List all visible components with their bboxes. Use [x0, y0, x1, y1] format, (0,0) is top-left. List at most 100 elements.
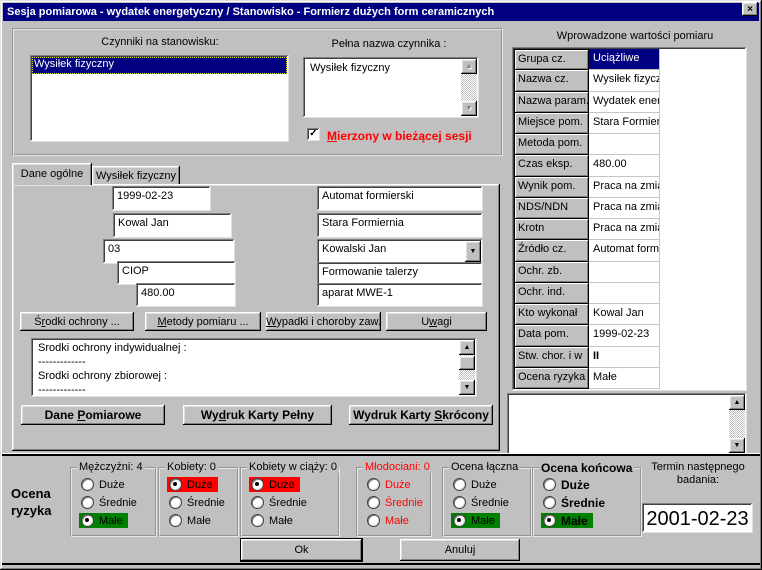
radio-option[interactable]: Średnie [365, 495, 428, 510]
zrodlo-czynnika-input[interactable]: Automat formierski [317, 186, 483, 211]
scroll-down-icon[interactable]: ▼ [459, 380, 475, 395]
radio-icon[interactable] [543, 478, 556, 491]
aparatura-input[interactable]: aparat MWE-1 [317, 283, 483, 307]
protection-textarea[interactable]: Srodki ochrony indywidualnej : ---------… [31, 338, 477, 397]
pracownik-combobox[interactable]: Kowalski Jan ▼ [317, 239, 483, 264]
scrollbar-thumb[interactable] [459, 356, 475, 370]
radio-icon[interactable] [251, 496, 264, 509]
radio-checked-icon[interactable] [543, 514, 556, 527]
radio-option-selected[interactable]: Małe [541, 513, 593, 528]
risk-group-kobiety-w-ciazy: Kobiety w ciąży: 0 Duże Średnie Małe [240, 467, 340, 537]
radio-option[interactable]: Małe [167, 513, 216, 528]
radio-checked-icon[interactable] [81, 514, 94, 527]
group-title: Młodociani: 0 [363, 461, 432, 473]
divider-bottom [2, 563, 760, 565]
group-title: Mężczyźni: 4 [77, 461, 145, 473]
radio-option-selected[interactable]: Duże [249, 477, 300, 492]
combo-dropdown-button[interactable]: ▼ [465, 241, 481, 262]
table-row: Stw. chor. i wII [514, 347, 660, 368]
radio-option[interactable]: Średnie [249, 495, 312, 510]
radio-option-selected[interactable]: Małe [451, 513, 500, 528]
radio-option-selected[interactable]: Małe [79, 513, 128, 528]
pomiar-wykonal-input[interactable]: Kowal Jan [113, 213, 232, 238]
dane-pomiarowe-button[interactable]: Dane Pomiarowe [21, 405, 165, 425]
full-name-text: Wysiłek fizyczny [305, 59, 459, 116]
title-bar[interactable]: Sesja pomiarowa - wydatek energetyczny /… [3, 3, 759, 21]
radio-option-selected[interactable]: Duże [167, 477, 218, 492]
notes-scrollbar[interactable]: ▲ ▼ [729, 395, 745, 453]
scroll-down-icon[interactable]: ▼ [461, 101, 477, 116]
measured-checkbox[interactable]: ✓ [307, 128, 320, 141]
radio-icon[interactable] [543, 496, 556, 509]
close-button[interactable]: × [742, 2, 758, 16]
radio-checked-icon[interactable] [169, 478, 182, 491]
term-date-field[interactable]: 2001-02-23 [642, 503, 753, 533]
radio-option[interactable]: Średnie [451, 495, 514, 510]
measured-checkbox-label[interactable]: Mierzony w bieżącej sesji [327, 129, 472, 143]
radio-option[interactable]: Małe [249, 513, 298, 528]
list-item-selected[interactable]: Wysiłek fizyczny [32, 57, 287, 74]
selected-cell[interactable]: Uciążliwe [589, 49, 660, 70]
divider-top [2, 453, 760, 456]
radio-icon[interactable] [453, 478, 466, 491]
radio-icon[interactable] [169, 496, 182, 509]
table-row: Nazwa cz.Wysiłek fizyczny [514, 70, 660, 91]
radio-option[interactable]: Średnie [541, 495, 610, 510]
radio-option[interactable]: Duże [451, 477, 502, 492]
protection-scrollbar[interactable]: ▲ ▼ [459, 340, 475, 395]
radio-icon[interactable] [81, 478, 94, 491]
table-row: Wynik pom.Praca na zmianę [514, 177, 660, 198]
risk-group-mlodociani: Młodociani: 0 Duże Średnie Małe [356, 467, 432, 537]
radio-option[interactable]: Duże [79, 477, 130, 492]
factors-listbox[interactable]: Wysiłek fizyczny [30, 55, 289, 142]
tab-dane-ogolne[interactable]: Dane ogólne [12, 163, 92, 185]
scroll-down-icon[interactable]: ▼ [729, 438, 745, 453]
radio-icon[interactable] [81, 496, 94, 509]
cancel-button[interactable]: Anuluj [400, 539, 520, 561]
scroll-up-icon[interactable]: ▲ [459, 340, 475, 355]
scroll-up-icon[interactable]: ▲ [461, 59, 477, 74]
chevron-down-icon: ▼ [470, 248, 477, 255]
radio-option[interactable]: Duże [365, 477, 416, 492]
radio-option[interactable]: Średnie [79, 495, 142, 510]
nazwa-laboratorium-input[interactable]: CIOP [117, 261, 236, 285]
srodki-ochrony-button[interactable]: Środki ochrony ... [20, 312, 134, 331]
radio-icon[interactable] [169, 514, 182, 527]
risk-group-kobiety: Kobiety: 0 Duże Średnie Małe [158, 467, 239, 537]
radio-checked-icon[interactable] [453, 514, 466, 527]
radio-option[interactable]: Duże [541, 477, 595, 492]
group-title: Ocena łączna [449, 461, 520, 473]
radio-icon[interactable] [367, 514, 380, 527]
values-table[interactable]: Grupa cz.Uciążliwe Nazwa cz.Wysiłek fizy… [514, 49, 660, 389]
data-pomiaru-input[interactable]: 1999-02-23 [112, 186, 211, 211]
scroll-up-icon[interactable]: ▲ [729, 395, 745, 410]
wydruk-karty-pelny-button[interactable]: Wydruk Karty Pełny [183, 405, 332, 425]
dialog-window: Sesja pomiarowa - wydatek energetyczny /… [0, 0, 762, 570]
factors-list-label: Czynniki na stanowisku: [40, 36, 280, 48]
metody-pomiaru-button[interactable]: Metody pomiaru ... [145, 312, 261, 331]
radio-option[interactable]: Małe [365, 513, 414, 528]
risk-group-ocena-laczna: Ocena łączna Duże Średnie Małe [442, 467, 532, 537]
wydruk-karty-skrocony-button[interactable]: Wydruk Karty Skrócony [349, 405, 493, 425]
values-panel-title: Wprowadzone wartości pomiaru [525, 30, 745, 42]
radio-option[interactable]: Średnie [167, 495, 230, 510]
radio-icon[interactable] [251, 514, 264, 527]
czas-ekspozycji-input[interactable]: 480.00 [136, 283, 236, 307]
window-title: Sesja pomiarowa - wydatek energetyczny /… [3, 6, 494, 18]
full-name-scrollbar[interactable]: ▲ ▼ [461, 59, 477, 116]
radio-icon[interactable] [367, 478, 380, 491]
radio-checked-icon[interactable] [251, 478, 264, 491]
miejsce-pomiaru-input[interactable]: Stara Formiernia [317, 213, 483, 238]
table-row: Nazwa param.Wydatek energetyczny [514, 92, 660, 113]
group-title: Kobiety w ciąży: 0 [247, 461, 339, 473]
ok-button[interactable]: Ok [241, 539, 362, 561]
table-row: Metoda pom. [514, 134, 660, 155]
uwagi-button[interactable]: Uwagi [386, 312, 487, 331]
wypadki-choroby-button[interactable]: Wypadki i choroby zaw. [266, 312, 381, 331]
tab-wysilek-fizyczny[interactable]: Wysiłek fizyczny [92, 166, 180, 185]
notes-textarea[interactable]: ▲ ▼ [507, 393, 747, 455]
table-row: Grupa cz.Uciążliwe [514, 49, 660, 70]
radio-icon[interactable] [367, 496, 380, 509]
full-name-textarea[interactable]: Wysiłek fizyczny ▲ ▼ [303, 57, 479, 118]
radio-icon[interactable] [453, 496, 466, 509]
